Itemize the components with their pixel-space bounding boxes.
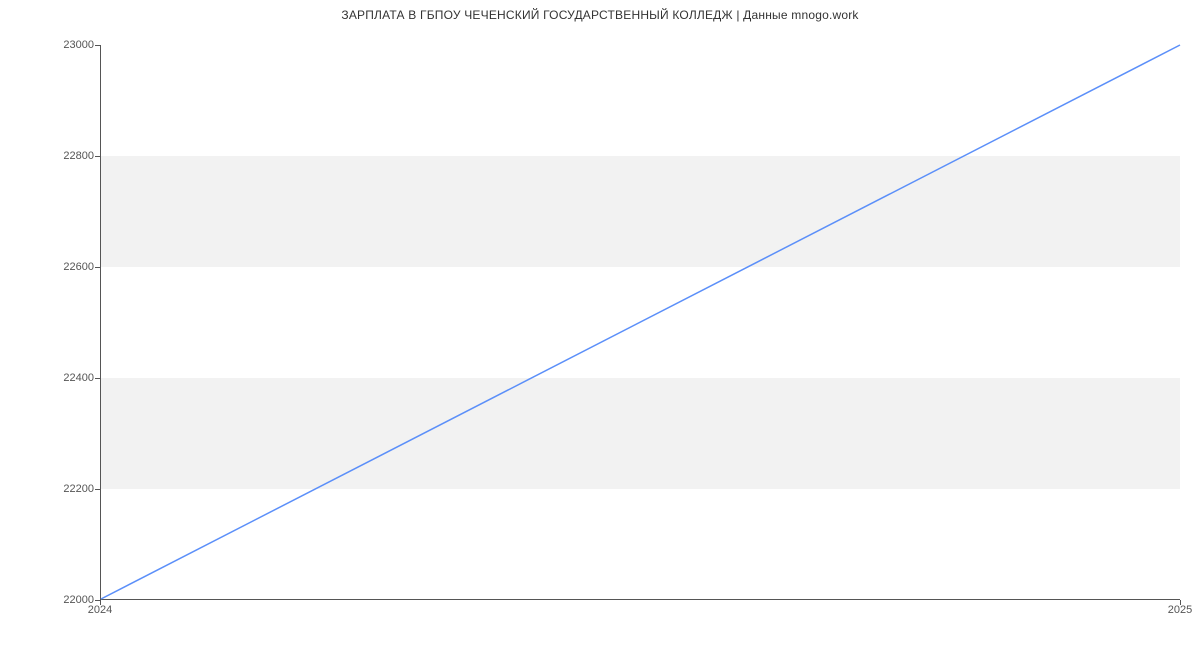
x-tick-mark bbox=[100, 600, 101, 605]
y-tick-label: 23000 bbox=[63, 39, 94, 51]
chart-container: ЗАРПЛАТА В ГБПОУ ЧЕЧЕНСКИЙ ГОСУДАРСТВЕНН… bbox=[0, 0, 1200, 630]
x-tick-label: 2025 bbox=[1168, 604, 1192, 616]
x-tick-mark bbox=[1180, 600, 1181, 605]
y-tick-label: 22800 bbox=[63, 150, 94, 162]
x-tick-label: 2024 bbox=[88, 604, 112, 616]
line-layer bbox=[101, 45, 1180, 599]
plot-area bbox=[100, 45, 1180, 600]
data-line bbox=[101, 45, 1180, 599]
chart-title: ЗАРПЛАТА В ГБПОУ ЧЕЧЕНСКИЙ ГОСУДАРСТВЕНН… bbox=[0, 8, 1200, 22]
y-tick-label: 22200 bbox=[63, 483, 94, 495]
y-tick-label: 22400 bbox=[63, 372, 94, 384]
y-tick-label: 22600 bbox=[63, 261, 94, 273]
